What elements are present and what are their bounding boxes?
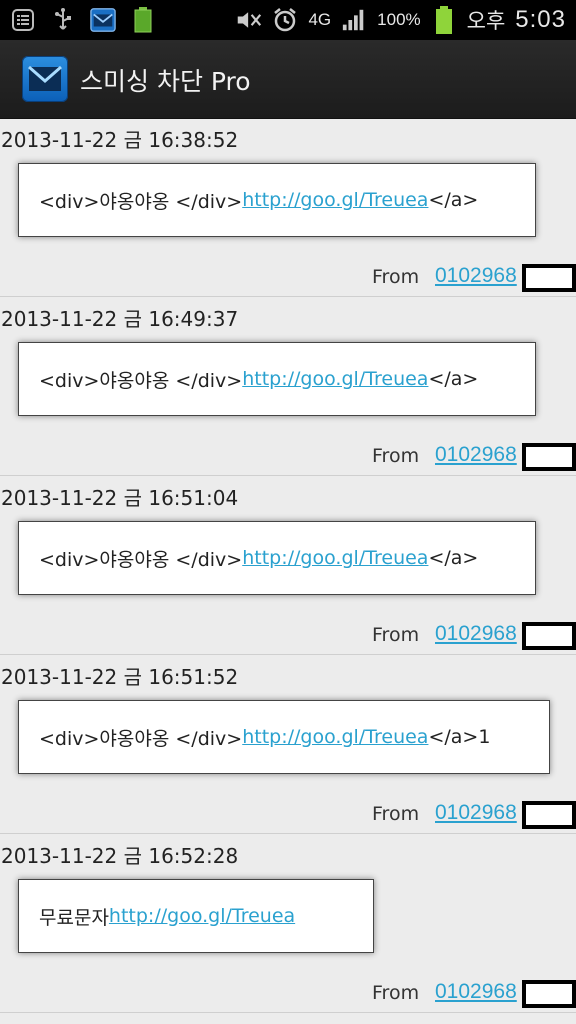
usb-icon bbox=[50, 7, 76, 33]
signal-icon bbox=[341, 7, 367, 33]
sender-number-link[interactable]: 0102968 bbox=[435, 622, 517, 646]
message-bubble: <div>야옹야옹 </div> http://goo.gl/Treuea </a> bbox=[18, 521, 536, 595]
message-link[interactable]: http://goo.gl/Treuea bbox=[242, 189, 428, 211]
message-text-after: </a> bbox=[428, 189, 479, 211]
alarm-icon bbox=[272, 7, 298, 33]
message-list[interactable]: 2013-11-22 금 16:38:52 <div>야옹야옹 </div> ht… bbox=[0, 118, 576, 1013]
sender-number-link[interactable]: 0102968 bbox=[435, 980, 517, 1004]
message-timestamp: 2013-11-22 금 16:51:04 bbox=[1, 486, 239, 510]
message-item[interactable]: 2013-11-22 금 16:49:37 <div>야옹야옹 </div> ht… bbox=[0, 297, 576, 476]
message-link[interactable]: http://goo.gl/Treuea bbox=[242, 368, 428, 390]
message-link[interactable]: http://goo.gl/Treuea bbox=[242, 547, 428, 569]
message-bubble: 무료문자 http://goo.gl/Treuea bbox=[18, 879, 374, 953]
app-title: 스미싱 차단 Pro bbox=[80, 67, 251, 96]
sender-number-link[interactable]: 0102968 bbox=[435, 264, 517, 288]
list-icon bbox=[10, 7, 36, 33]
message-item[interactable]: 2013-11-22 금 16:51:52 <div>야옹야옹 </div> ht… bbox=[0, 655, 576, 834]
battery-percent: 100% bbox=[377, 10, 421, 29]
message-item[interactable]: 2013-11-22 금 16:51:04 <div>야옹야옹 </div> ht… bbox=[0, 476, 576, 655]
clock-ampm: 오후 bbox=[466, 9, 506, 33]
network-type: 4G bbox=[308, 10, 332, 29]
message-timestamp: 2013-11-22 금 16:51:52 bbox=[1, 665, 239, 689]
from-label: From bbox=[372, 266, 420, 288]
message-item[interactable]: 2013-11-22 금 16:52:28 무료문자 http://goo.gl… bbox=[0, 834, 576, 1013]
message-timestamp: 2013-11-22 금 16:49:37 bbox=[1, 307, 239, 331]
message-text: <div>야옹야옹 </div> bbox=[39, 727, 243, 750]
redaction-box bbox=[522, 264, 576, 292]
from-label: From bbox=[372, 445, 420, 467]
notification-icons bbox=[10, 4, 156, 36]
message-link[interactable]: http://goo.gl/Treuea bbox=[109, 905, 295, 927]
from-label: From bbox=[372, 803, 420, 825]
sender-number-link[interactable]: 0102968 bbox=[435, 801, 517, 825]
action-bar: 스미싱 차단 Pro bbox=[0, 40, 576, 119]
redaction-box bbox=[522, 622, 576, 650]
redaction-box bbox=[522, 980, 576, 1008]
app-logo-icon[interactable] bbox=[22, 56, 68, 102]
message-link[interactable]: http://goo.gl/Treuea bbox=[242, 726, 428, 748]
message-text: <div>야옹야옹 </div> bbox=[39, 548, 243, 571]
redaction-box bbox=[522, 443, 576, 471]
clock-time: 5:03 bbox=[515, 6, 566, 33]
message-bubble: <div>야옹야옹 </div> http://goo.gl/Treuea </a> bbox=[18, 342, 536, 416]
message-timestamp: 2013-11-22 금 16:52:28 bbox=[1, 844, 239, 868]
message-text-after: </a> bbox=[428, 547, 479, 569]
message-text-after: </a> bbox=[428, 368, 479, 390]
from-label: From bbox=[372, 624, 420, 646]
redaction-box bbox=[522, 801, 576, 829]
message-item[interactable]: 2013-11-22 금 16:38:52 <div>야옹야옹 </div> ht… bbox=[0, 118, 576, 297]
status-bar: 4G 100% 오후 5:03 bbox=[0, 0, 576, 40]
mail-icon bbox=[90, 7, 116, 33]
message-timestamp: 2013-11-22 금 16:38:52 bbox=[1, 128, 239, 152]
battery-small-icon bbox=[130, 7, 156, 33]
message-bubble: <div>야옹야옹 </div> http://goo.gl/Treuea </a>… bbox=[18, 700, 550, 774]
sender-number-link[interactable]: 0102968 bbox=[435, 443, 517, 467]
battery-icon bbox=[431, 6, 457, 34]
from-label: From bbox=[372, 982, 420, 1004]
message-text: <div>야옹야옹 </div> bbox=[39, 369, 243, 392]
mute-icon bbox=[236, 7, 262, 33]
message-bubble: <div>야옹야옹 </div> http://goo.gl/Treuea </a> bbox=[18, 163, 536, 237]
system-icons: 4G 100% 오후 5:03 bbox=[236, 2, 566, 38]
message-text-after: </a>1 bbox=[428, 726, 491, 748]
message-text: 무료문자 bbox=[39, 906, 109, 929]
message-text: <div>야옹야옹 </div> bbox=[39, 190, 243, 213]
